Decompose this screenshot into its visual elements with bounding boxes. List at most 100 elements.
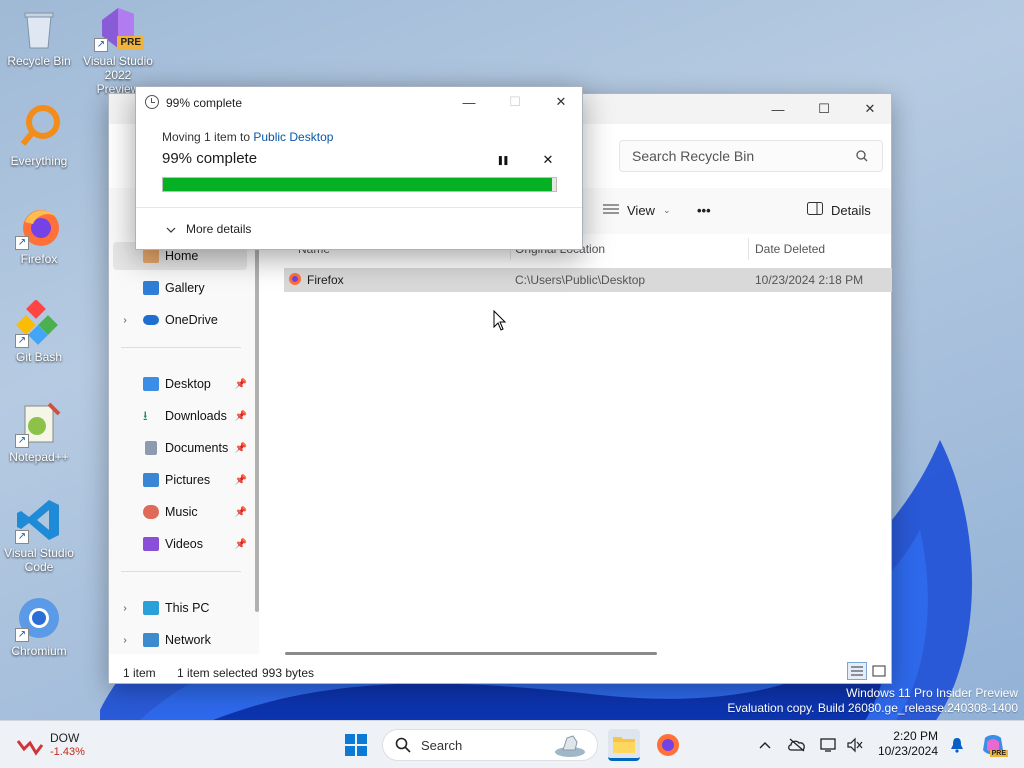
desktop-icon-notepad-plus-plus[interactable]: ↗ Notepad++: [4, 400, 74, 464]
sidebar-item-pictures[interactable]: Pictures 📌: [113, 466, 247, 494]
sidebar-item-documents[interactable]: Documents 📌: [113, 434, 247, 462]
pause-button[interactable]: ❚❚: [492, 150, 512, 170]
chevron-right-icon[interactable]: ›: [113, 635, 137, 646]
show-hidden-icons-button[interactable]: [754, 735, 776, 755]
sidebar-scrollbar[interactable]: [255, 234, 259, 612]
copilot-button[interactable]: PRE: [978, 735, 1008, 757]
widget-title: DOW: [50, 731, 80, 745]
cancel-button[interactable]: ✕: [538, 150, 558, 170]
row-date: 10/23/2024 2:18 PM: [755, 273, 864, 287]
folder-icon: [613, 736, 635, 753]
chevron-right-icon[interactable]: ›: [113, 315, 137, 326]
sidebar-item-this-pc[interactable]: › This PC: [113, 594, 247, 622]
desktop-icon-visual-studio[interactable]: PRE ↗ Visual Studio 2022 Preview: [82, 4, 154, 96]
column-divider[interactable]: [748, 238, 749, 260]
status-size: 993 bytes: [262, 666, 315, 680]
dialog-divider: [136, 207, 582, 208]
horizontal-scrollbar[interactable]: [285, 652, 657, 655]
dialog-minimize-button[interactable]: —: [446, 87, 492, 117]
desktop-icon-label: Everything: [10, 154, 68, 168]
sidebar-item-label: OneDrive: [165, 313, 218, 327]
pin-icon: 📌: [234, 410, 247, 422]
search-placeholder: Search Recycle Bin: [632, 148, 755, 164]
volume-tray-icon[interactable]: [844, 735, 866, 755]
search-input[interactable]: Search Recycle Bin: [619, 140, 883, 172]
maximize-button[interactable]: ☐: [801, 94, 847, 124]
sidebar-item-network[interactable]: › Network: [113, 626, 247, 654]
search-icon: [856, 149, 868, 165]
desktop-icon-label: Git Bash: [15, 350, 63, 364]
cloud-icon: [143, 315, 159, 325]
dialog-percent-text: 99% complete: [162, 150, 258, 167]
pause-icon: ❚❚: [496, 154, 509, 165]
dialog-maximize-button: ☐: [509, 94, 521, 109]
sidebar-item-music[interactable]: Music 📌: [113, 498, 247, 526]
windows-logo-icon: [345, 734, 367, 756]
dialog-title: 99% complete: [166, 96, 243, 110]
more-details-button[interactable]: More details: [166, 222, 251, 236]
picture-icon: [143, 473, 159, 487]
onedrive-tray-icon[interactable]: [786, 735, 808, 755]
copilot-preview-badge: PRE: [989, 750, 1008, 757]
chromium-icon: ↗: [15, 594, 63, 642]
sidebar-item-label: Pictures: [165, 473, 211, 487]
row-location: C:\Users\Public\Desktop: [515, 273, 646, 287]
desktop-icon-everything[interactable]: Everything: [4, 104, 74, 168]
taskbar-clock[interactable]: 2:20 PM 10/23/2024: [872, 729, 938, 759]
pin-icon: 📌: [234, 538, 247, 550]
start-button[interactable]: [340, 729, 372, 761]
shortcut-arrow-icon: ↗: [15, 628, 29, 642]
sidebar-item-downloads[interactable]: ⭳ Downloads 📌: [113, 402, 247, 430]
everything-search-icon: [15, 104, 63, 152]
shortcut-arrow-icon: ↗: [15, 434, 29, 448]
sidebar-item-desktop[interactable]: Desktop 📌: [113, 370, 247, 398]
column-header-date[interactable]: Date Deleted: [755, 242, 825, 256]
more-options-button[interactable]: •••: [697, 198, 711, 222]
navigation-pane: Home Gallery › OneDrive Desktop 📌 ⭳ Down…: [109, 234, 259, 654]
network-tray-icon[interactable]: [818, 735, 840, 755]
desktop-icon-git-bash[interactable]: ↗ Git Bash: [4, 299, 74, 364]
sidebar-item-onedrive[interactable]: › OneDrive: [113, 306, 247, 334]
dialog-close-button[interactable]: ✕: [538, 87, 584, 117]
status-selected: 1 item selected: [177, 666, 258, 680]
destination-link[interactable]: Public Desktop: [253, 130, 333, 144]
recycle-bin-icon: [15, 4, 63, 52]
watermark-line-2: Evaluation copy. Build 26080.ge_release.…: [727, 701, 1018, 715]
view-icon: [603, 203, 619, 218]
sidebar-item-label: Desktop: [165, 377, 211, 391]
table-row[interactable]: Firefox C:\Users\Public\Desktop 10/23/20…: [284, 268, 892, 292]
taskbar-firefox[interactable]: [652, 729, 684, 761]
notifications-button[interactable]: [946, 735, 968, 755]
mouse-cursor-icon: [493, 310, 507, 331]
view-button[interactable]: View ⌄: [603, 198, 671, 222]
desktop-icon-chromium[interactable]: ↗ Chromium: [4, 594, 74, 658]
pin-icon: 📌: [234, 442, 247, 454]
sidebar-item-gallery[interactable]: Gallery: [113, 274, 247, 302]
dialog-operation-text: Moving 1 item to Public Desktop: [162, 130, 333, 144]
chevron-down-icon: ⌄: [662, 204, 671, 215]
pc-icon: [143, 601, 159, 615]
more-options-label: •••: [697, 202, 711, 218]
desktop-icon-firefox[interactable]: ↗ Firefox: [4, 202, 74, 266]
sidebar-item-label: Documents: [165, 441, 229, 455]
desktop-icon-vscode[interactable]: ↗ Visual Studio Code: [4, 496, 74, 574]
stocks-widget[interactable]: DOW -1.43%: [16, 729, 96, 761]
sidebar-item-label: Videos: [165, 537, 203, 551]
sidebar-item-videos[interactable]: Videos 📌: [113, 530, 247, 558]
taskbar-search[interactable]: Search: [382, 729, 598, 761]
clock-date: 10/23/2024: [877, 744, 938, 758]
chevron-right-icon[interactable]: ›: [113, 603, 137, 614]
tiles-view-toggle[interactable]: [869, 662, 889, 680]
details-pane-button[interactable]: Details: [807, 198, 871, 222]
desktop-icon-recycle-bin[interactable]: Recycle Bin: [4, 4, 74, 68]
watermark-line-1: Windows 11 Pro Insider Preview: [846, 686, 1018, 700]
minimize-button[interactable]: —: [755, 94, 801, 124]
sidebar-divider: [121, 347, 241, 348]
shortcut-arrow-icon: ↗: [94, 38, 108, 52]
details-view-toggle[interactable]: [847, 662, 867, 680]
close-button[interactable]: ✕: [847, 94, 893, 124]
preview-badge: PRE: [117, 36, 144, 50]
taskbar-file-explorer[interactable]: [608, 729, 640, 761]
sidebar-item-label: Network: [165, 633, 211, 647]
desktop-icon-label: Visual Studio Code: [4, 546, 74, 574]
